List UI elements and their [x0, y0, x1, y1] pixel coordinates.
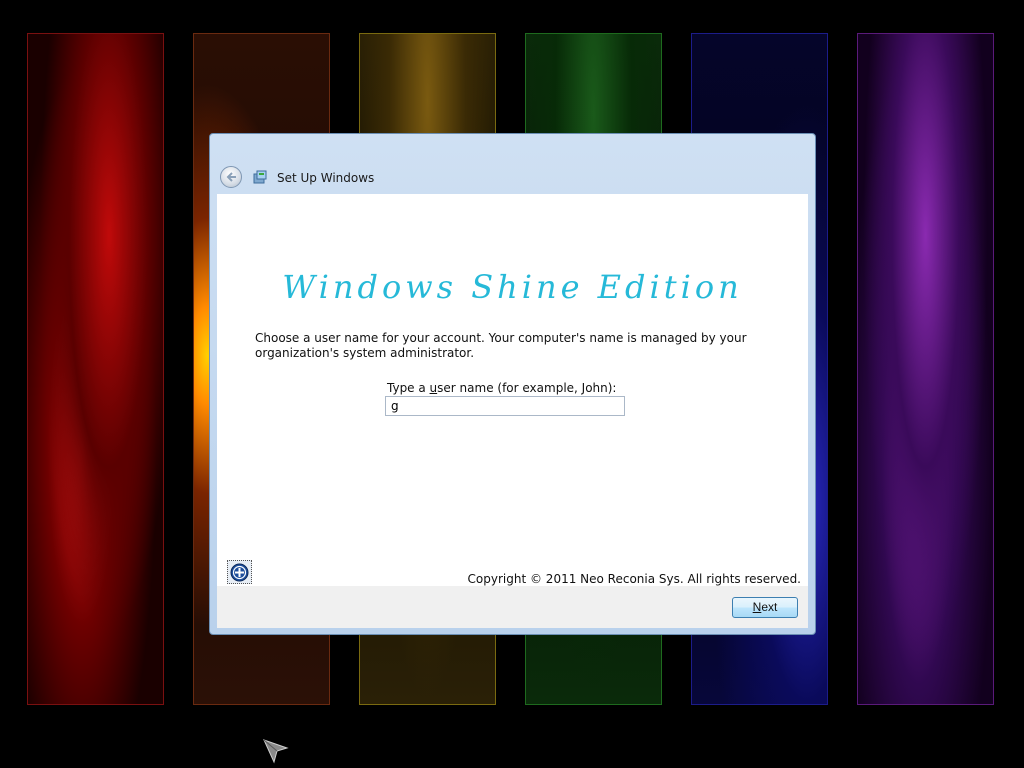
background-panel-purple: [857, 33, 994, 705]
username-label-accesskey: u: [429, 381, 438, 395]
instructions-text: Choose a user name for your account. You…: [255, 331, 747, 360]
dialog-titlebar: Set Up Windows: [210, 134, 815, 194]
accessibility-icon: [230, 563, 249, 582]
setup-windows-icon: [253, 170, 267, 184]
dialog-content: Windows Shine Edition Choose a user name…: [217, 194, 808, 586]
username-label-pre: Type a: [387, 381, 430, 395]
ease-of-access-button[interactable]: [227, 560, 252, 584]
username-label-post: ser name (for example, John):: [437, 381, 617, 395]
background-panel-red: [27, 33, 164, 705]
brand-title: Windows Shine Edition: [282, 268, 743, 306]
copyright-text: Copyright © 2011 Neo Reconia Sys. All ri…: [467, 572, 801, 586]
next-button[interactable]: Next: [732, 597, 798, 618]
username-label: Type a user name (for example, John):: [387, 381, 616, 395]
dialog-title: Set Up Windows: [277, 171, 375, 185]
dialog-footer: Next: [217, 586, 808, 628]
username-input[interactable]: g: [385, 396, 625, 416]
back-button[interactable]: [220, 166, 242, 188]
next-label-rest: ext: [761, 600, 778, 614]
setup-dialog: Set Up Windows Windows Shine Edition Cho…: [209, 133, 816, 635]
mouse-pointer-icon: [263, 739, 289, 764]
back-arrow-icon: [226, 172, 236, 182]
